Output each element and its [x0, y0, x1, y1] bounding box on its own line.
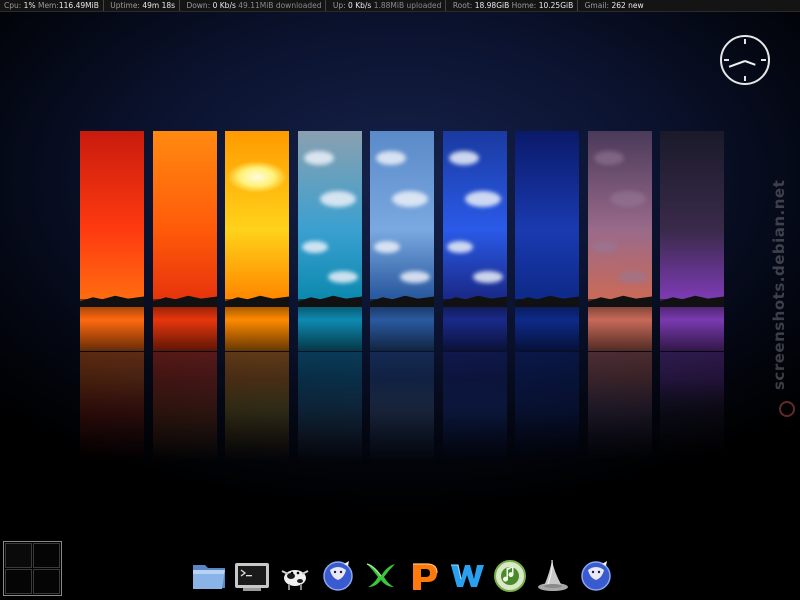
workspace-3[interactable] — [5, 569, 32, 594]
cloud — [374, 241, 400, 253]
mem-label: Mem: — [37, 1, 59, 10]
strip-horizon — [515, 295, 579, 307]
strip-horizon — [588, 295, 652, 307]
cloud — [592, 241, 618, 253]
cloud — [473, 271, 503, 283]
cloud — [618, 271, 648, 283]
cloud — [328, 271, 358, 283]
cloud — [302, 241, 328, 253]
writer-w-icon[interactable] — [448, 556, 486, 594]
cloud — [594, 151, 624, 165]
down-rate: 0 Kb/s — [212, 1, 236, 10]
uptime-value: 49m 18s — [142, 1, 176, 10]
wallpaper-reflection-red — [80, 352, 144, 462]
cloud — [465, 191, 501, 207]
strip-horizon — [660, 295, 724, 307]
clock-widget[interactable] — [720, 35, 770, 85]
cpu-value: 1% — [23, 1, 36, 10]
strip-horizon — [370, 295, 434, 307]
wizard-hat-icon[interactable] — [534, 556, 572, 594]
music-player-icon[interactable] — [491, 556, 529, 594]
wallpaper-strip-orange — [153, 131, 217, 351]
cloud — [304, 151, 334, 165]
wallpaper-reflection-deep-blue — [515, 352, 579, 462]
watermark-text: screenshots.debian.net — [770, 179, 788, 390]
wallpaper-reflection-orange — [153, 352, 217, 462]
folder-icon[interactable] — [190, 556, 228, 594]
strip-horizon — [298, 295, 362, 307]
wallpaper-reflection-purple-dusk — [588, 352, 652, 462]
wallpaper-strip-blue — [443, 131, 507, 351]
workspace-pager[interactable] — [3, 541, 62, 596]
strip-horizon — [153, 295, 217, 307]
wallpaper-strip-yellow — [225, 131, 289, 351]
up-rate: 0 Kb/s — [348, 1, 372, 10]
root-value: 18.98GiB — [474, 1, 510, 10]
cow-icon[interactable] — [276, 556, 314, 594]
cloud — [447, 241, 473, 253]
clock-tick — [744, 39, 746, 44]
up-total: 1.88MiB uploaded — [373, 1, 442, 10]
sun — [227, 161, 287, 193]
root-label: Root: — [452, 1, 473, 10]
cloud — [610, 191, 646, 207]
uptime-label: Uptime: — [110, 1, 140, 10]
wallpaper-reflection-sky-blue — [370, 352, 434, 462]
strip-horizon — [443, 295, 507, 307]
gmail-value: 262 new — [611, 1, 644, 10]
terminal-icon[interactable] — [233, 556, 271, 594]
clock-tick — [724, 59, 729, 61]
pidgin-icon[interactable] — [319, 556, 357, 594]
wallpaper-reflection-blue — [443, 352, 507, 462]
workspace-4[interactable] — [33, 569, 60, 594]
cloud — [392, 191, 428, 207]
wallpaper-reflection-teal — [298, 352, 362, 462]
gmail-monitor: Gmail: 262 new — [581, 0, 648, 11]
presentation-p-icon[interactable] — [405, 556, 443, 594]
home-label: Home: — [511, 1, 537, 10]
clock-minute-hand — [728, 60, 746, 68]
cpu-label: Cpu: — [4, 1, 22, 10]
wallpaper-strip-red — [80, 131, 144, 351]
status-bar: Cpu: 1% Mem:116.49MiB Uptime: 49m 18s Do… — [0, 0, 800, 12]
wallpaper-strip-teal — [298, 131, 362, 351]
strip-horizon — [80, 295, 144, 307]
down-total: 49.11MiB downloaded — [238, 1, 322, 10]
wallpaper-strip-purple-dusk — [588, 131, 652, 351]
cloud — [400, 271, 430, 283]
clock-tick — [744, 76, 746, 81]
disk-monitor: Root: 18.98GiB Home: 10.25GiB — [449, 0, 579, 11]
wallpaper-strip-sky-blue — [370, 131, 434, 351]
cloud — [449, 151, 479, 165]
download-monitor: Down: 0 Kb/s 49.11MiB downloaded — [182, 0, 327, 11]
upload-monitor: Up: 0 Kb/s 1.88MiB uploaded — [329, 0, 447, 11]
workspace-1[interactable] — [5, 543, 32, 568]
wallpaper-strip-violet — [660, 131, 724, 351]
pidgin-icon-2[interactable] — [577, 556, 615, 594]
clock-tick — [761, 59, 766, 61]
debian-logo-icon — [779, 401, 795, 417]
up-label: Up: — [332, 1, 346, 10]
strip-horizon — [225, 295, 289, 307]
workspace-2[interactable] — [33, 543, 60, 568]
mem-value: 116.49MiB — [58, 1, 99, 10]
wallpaper-strip-deep-blue — [515, 131, 579, 351]
uptime-monitor: Uptime: 49m 18s — [106, 0, 181, 11]
wallpaper-reflection-violet — [660, 352, 724, 462]
clock-hour-hand — [744, 60, 756, 66]
spreadsheet-x-icon[interactable] — [362, 556, 400, 594]
gmail-label: Gmail: — [584, 1, 610, 10]
cpu-monitor: Cpu: 1% Mem:116.49MiB — [0, 0, 104, 11]
home-value: 10.25GiB — [538, 1, 574, 10]
wallpaper-reflection-yellow — [225, 352, 289, 462]
cloud — [376, 151, 406, 165]
cloud — [320, 191, 356, 207]
down-label: Down: — [186, 1, 211, 10]
